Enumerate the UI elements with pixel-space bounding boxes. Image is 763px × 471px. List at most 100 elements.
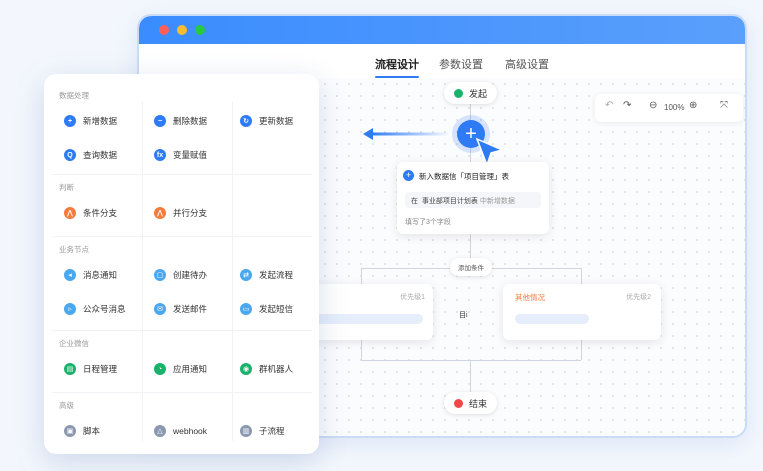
menu-item[interactable]: ▤ 日程管理 [64,356,144,382]
tab-flow-design[interactable]: 流程设计 [375,56,419,78]
menu-item-label: 发送邮件 [173,304,208,314]
todo-icon: ▢ [154,269,166,281]
parallel-icon: ⋀ [154,207,166,219]
menu-section-title: 企业微信 [59,339,89,348]
menu-item[interactable]: ◔ 应用通知 [154,356,234,382]
refresh-icon: ↻ [240,115,252,127]
minus-icon: − [154,115,166,127]
menu-item[interactable]: Q 查询数据 [64,142,144,168]
branch-card-right[interactable]: 其他情况 优先级2 [503,284,661,340]
branch-placeholder-bar [515,314,589,324]
connector-line [581,268,582,284]
connector-line [361,360,581,361]
menu-item[interactable]: ▹ 公众号消息 [64,296,144,322]
menu-item-label: 脚本 [83,426,101,436]
menu-item[interactable]: ▣ 脚本 [64,418,144,444]
script-icon: ▣ [64,425,76,437]
divider [52,330,312,331]
start-node[interactable]: 发起 [444,82,498,104]
notify-icon: ◂ [64,269,76,281]
menu-item[interactable]: ✉ 发送邮件 [154,296,234,322]
close-window-dot[interactable] [159,25,169,35]
menu-item-label: 新增数据 [83,116,118,126]
menu-item[interactable]: + 新增数据 [64,108,144,134]
start-node-label: 发起 [469,88,488,99]
minimize-window-dot[interactable] [177,25,187,35]
menu-item-label: 更新数据 [259,116,294,126]
mail-icon: ✉ [154,303,166,315]
menu-item[interactable]: ⋀ 条件分支 [64,200,144,226]
menu-item-label: webhook [173,426,208,436]
menu-item[interactable]: △ webhook [154,418,234,444]
function-icon: fx [154,149,166,161]
bell-icon: ◔ [154,363,166,375]
menu-item-label: 发起流程 [259,270,294,280]
connector-line [470,360,471,392]
menu-item-label: 发起短信 [259,304,294,314]
maximize-window-dot[interactable] [195,25,205,35]
menu-item-label: 应用通知 [173,364,208,374]
window-titlebar [139,16,745,44]
zoom-out-icon[interactable]: ⊖ [649,100,657,111]
divider [52,392,312,393]
menu-section-title: 判断 [59,183,74,192]
search-icon: Q [64,149,76,161]
subflow-icon: ▥ [240,425,252,437]
menu-item[interactable]: ▢ 创建待办 [154,262,234,288]
menu-item-label: 群机器人 [259,364,294,374]
card-target-row: 在 事业部项目计划表 中新增数据 [405,192,541,208]
fit-screen-icon[interactable]: ⤧ [720,100,728,111]
start-icon [454,88,463,98]
arrow-left-icon [363,128,451,140]
card-title: 新入数据信「项目管理」表 [419,172,509,181]
end-node-label: 结束 [469,398,488,409]
menu-item-label: 查询数据 [83,150,118,160]
undo-icon[interactable]: ↶ [605,100,613,111]
zoom-in-icon[interactable]: ⊕ [689,100,697,111]
menu-item[interactable]: − 删除数据 [154,108,234,134]
menu-item-label: 日程管理 [83,364,118,374]
menu-item[interactable]: ▭ 发起短信 [240,296,320,322]
card-footer: 填写了3个字段 [405,219,451,226]
menu-item[interactable]: ↻ 更新数据 [240,108,320,134]
sms-icon: ▭ [240,303,252,315]
menu-item[interactable]: ◉ 群机器人 [240,356,320,382]
branch-priority: 优先级2 [626,294,651,301]
menu-section-title: 高级 [59,401,74,410]
tab-advanced[interactable]: 高级设置 [505,56,549,72]
branch-bar-text: 目i [459,312,468,319]
connector-line [361,268,362,284]
end-node[interactable]: 结束 [444,392,498,414]
branch-icon: ⋀ [64,207,76,219]
add-condition-button[interactable]: 添加条件 [450,258,492,276]
connector-line [581,338,582,360]
menu-item-label: 变量赋值 [173,150,208,160]
branch-priority: 优先级1 [400,294,425,301]
tab-parameters[interactable]: 参数设置 [439,56,483,72]
menu-item[interactable]: ▥ 子流程 [240,418,320,444]
menu-item[interactable]: ◂ 消息通知 [64,262,144,288]
menu-item[interactable]: fx 变量赋值 [154,142,234,168]
branch-label: 其他情况 [515,293,545,302]
card-target-table: 事业部项目计划表 [421,198,478,205]
redo-icon[interactable]: ↷ [623,100,631,111]
insert-data-card[interactable]: + 新入数据信「项目管理」表 在 事业部项目计划表 中新增数据 填写了3个字段 [397,162,549,234]
menu-section-title: 业务节点 [59,245,89,254]
webhook-icon: △ [154,425,166,437]
robot-icon: ◉ [240,363,252,375]
wechat-icon: ▹ [64,303,76,315]
end-icon [454,398,463,408]
menu-item-label: 删除数据 [173,116,208,126]
flow-icon: ⇄ [240,269,252,281]
menu-section-title: 数据处理 [59,91,89,100]
calendar-icon: ▤ [64,363,76,375]
menu-item-label: 条件分支 [83,208,118,218]
menu-item-label: 并行分支 [173,208,208,218]
menu-item[interactable]: ⋀ 并行分支 [154,200,234,226]
menu-item[interactable]: ⇄ 发起流程 [240,262,320,288]
menu-item-label: 创建待办 [173,270,208,280]
plus-icon: + [64,115,76,127]
canvas-toolbar: ↶ ↷ ⊖ 100% ⊕ ⤧ [595,94,743,122]
card-action: 中新增数据 [479,198,515,205]
menu-item-label: 子流程 [259,426,285,436]
